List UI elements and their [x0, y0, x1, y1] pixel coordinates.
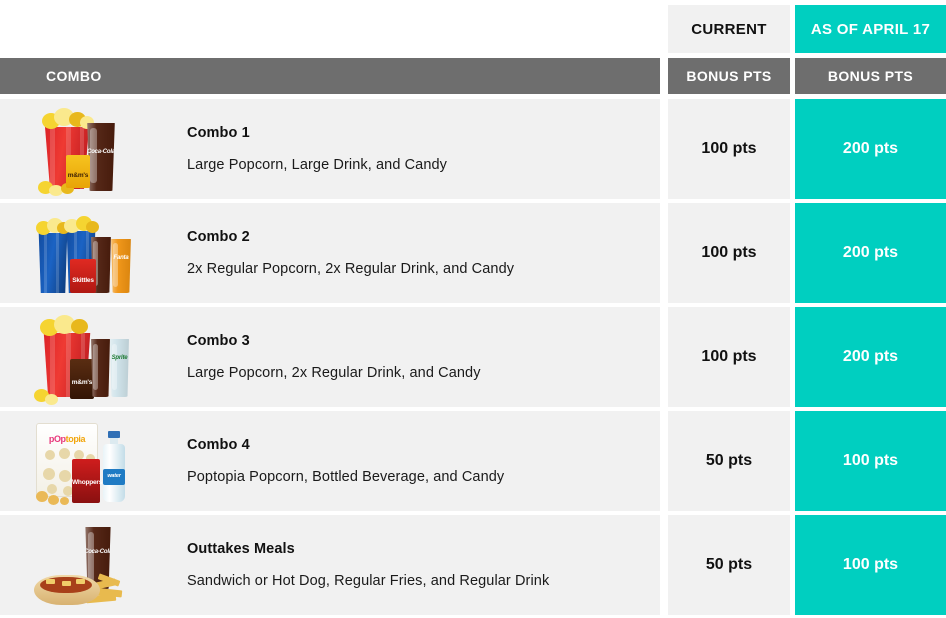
outtakes-meals-text: Outtakes Meals Sandwich or Hot Dog, Regu…	[148, 541, 549, 589]
combo-description: Poptopia Popcorn, Bottled Beverage, and …	[187, 469, 505, 485]
table-row: Coca-Cola Outtakes Meals Sandwich or Hot…	[0, 515, 660, 615]
poptopia-logo-pop: pOp	[48, 434, 66, 444]
combo-name: Combo 2	[187, 229, 250, 245]
column-header-combo: COMBO	[0, 58, 660, 94]
combo-3-current-points: 100 pts	[668, 307, 790, 407]
mms-label: m&m's	[71, 379, 93, 386]
combo-2-promo-points: 200 pts	[795, 203, 946, 303]
outtakes-meals-promo-points: 100 pts	[795, 515, 946, 615]
combo-description: Large Popcorn, 2x Regular Drink, and Can…	[187, 365, 481, 381]
combo-1-promo-points: 200 pts	[795, 99, 946, 199]
table-row: Coca-Cola m&m's Combo 1 Large Popcorn, L…	[0, 99, 660, 199]
fanta-label: Fanta	[113, 255, 129, 261]
combo-description: Large Popcorn, Large Drink, and Candy	[187, 157, 448, 173]
combo-name: Outtakes Meals	[187, 541, 295, 557]
coke-label: Coca-Cola	[84, 549, 112, 555]
combo-3-promo-points: 200 pts	[795, 307, 946, 407]
combo-2-image: Fanta Skittles	[28, 207, 148, 299]
combo-name: Combo 1	[187, 125, 250, 141]
outtakes-meals-current-points: 50 pts	[668, 515, 790, 615]
combo-4-text: Combo 4 Poptopia Popcorn, Bottled Bevera…	[148, 437, 504, 485]
mms-label: m&m's	[67, 172, 89, 179]
combo-description: Sandwich or Hot Dog, Regular Fries, and …	[187, 573, 550, 589]
combo-1-current-points: 100 pts	[668, 99, 790, 199]
combo-3-image: m&m's Sprite	[28, 311, 148, 405]
combo-name: Combo 3	[187, 333, 250, 349]
combo-2-current-points: 100 pts	[668, 203, 790, 303]
outtakes-meals-image: Coca-Cola	[28, 519, 148, 611]
header-promo-date-label: AS OF APRIL 17	[795, 5, 946, 53]
dasani-label: water	[107, 473, 121, 479]
combo-description: 2x Regular Popcorn, 2x Regular Drink, an…	[187, 261, 515, 277]
coke-label: Coca-Cola	[87, 149, 115, 155]
combo-1-text: Combo 1 Large Popcorn, Large Drink, and …	[148, 125, 447, 173]
header-current-label: CURRENT	[668, 5, 790, 53]
skittles-label: Skittles	[72, 277, 94, 284]
sprite-label: Sprite	[111, 355, 128, 361]
column-header-promo-bonus-pts: BONUS PTS	[795, 58, 946, 94]
combo-4-image: pOptopia Whoppers water	[28, 415, 148, 507]
column-header-current-bonus-pts: BONUS PTS	[668, 58, 790, 94]
poptopia-logo-topia: topia	[65, 434, 86, 444]
combo-4-promo-points: 100 pts	[795, 411, 946, 511]
whoppers-label: Whoppers	[72, 479, 103, 486]
combo-3-text: Combo 3 Large Popcorn, 2x Regular Drink,…	[148, 333, 481, 381]
combo-2-text: Combo 2 2x Regular Popcorn, 2x Regular D…	[148, 229, 514, 277]
table-row: pOptopia Whoppers water Combo 4 Poptopia…	[0, 411, 660, 511]
combo-1-image: Coca-Cola m&m's	[28, 103, 148, 196]
combo-4-current-points: 50 pts	[668, 411, 790, 511]
table-row: Fanta Skittles Combo 2 2x Regular Popcor…	[0, 203, 660, 303]
combo-name: Combo 4	[187, 437, 250, 453]
table-row: m&m's Sprite Combo 3 Large Popcorn, 2x R…	[0, 307, 660, 407]
rewards-combo-table: CURRENT AS OF APRIL 17 COMBO BONUS PTS B…	[0, 0, 946, 618]
